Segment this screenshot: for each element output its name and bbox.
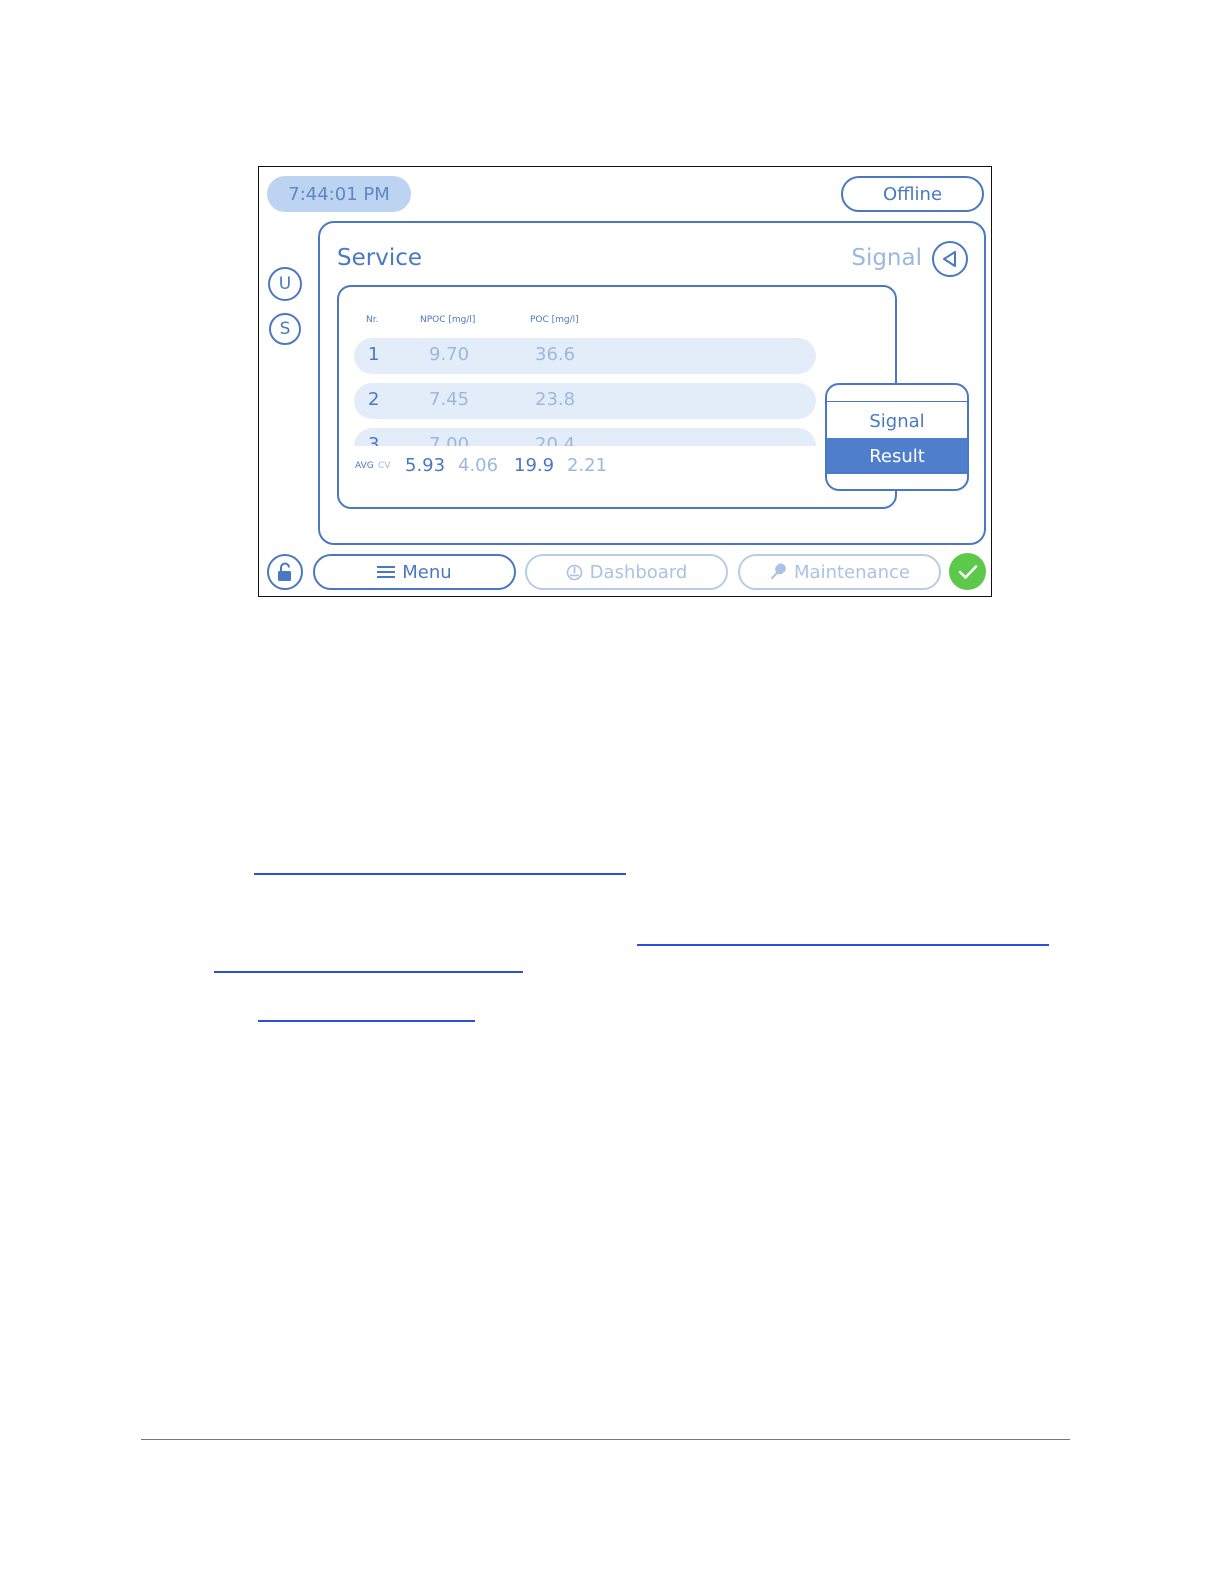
cell-nr: 2 [368,389,380,410]
cv-label: CV [378,461,391,471]
npoc-avg: 5.93 [405,455,446,476]
table-rows-scroll-area[interactable]: 1 9.70 36.6 2 7.45 23.8 3 7.00 20.4 [354,338,819,446]
cell-nr: 3 [368,434,380,446]
poc-avg: 19.9 [514,455,555,476]
hamburger-icon [377,566,396,578]
column-header-poc: POC [mg/l] [530,315,579,325]
clock: 7:44:01 PM [267,176,411,212]
cell-nr: 1 [368,344,380,365]
dashboard-button[interactable]: Dashboard [525,554,728,590]
menu-label: Menu [402,561,452,583]
cell-poc: 23.8 [535,389,576,410]
dashboard-label: Dashboard [589,561,688,583]
service-button[interactable]: S [269,313,301,345]
device-screen: 7:44:01 PM Offline U S Service Signal Nr… [258,166,992,597]
back-button[interactable] [932,241,968,277]
cell-poc: 36.6 [535,344,576,365]
back-triangle-icon [943,251,956,267]
summary-row: AVG CV 5.93 4.06 19.9 2.21 [355,455,655,479]
hyperlink-underline[interactable] [214,971,523,973]
user-button[interactable]: U [268,267,302,301]
status-ok-button[interactable] [949,553,986,590]
cell-npoc: 7.45 [429,389,470,410]
hyperlink-underline[interactable] [254,873,626,875]
avg-label: AVG [355,461,374,471]
table-row[interactable]: 1 9.70 36.6 [354,338,816,374]
hyperlink-underline[interactable] [258,1020,475,1022]
maintenance-label: Maintenance [794,561,910,583]
connection-status-button[interactable]: Offline [841,176,984,212]
view-dropdown[interactable]: Signal Result [825,383,969,491]
service-panel: Service Signal Nr. NPOC [mg/l] POC [mg/l… [318,221,986,545]
cell-poc: 20.4 [535,434,576,446]
unlock-button[interactable] [267,554,303,590]
wrench-icon [771,563,786,579]
page-title: Service [337,245,423,271]
dropdown-option-result[interactable]: Result [827,438,967,474]
cell-npoc: 7.00 [429,434,470,446]
current-view-label: Signal [851,245,922,271]
table-row[interactable]: 2 7.45 23.8 [354,383,816,419]
column-header-npoc: NPOC [mg/l] [420,315,476,325]
hyperlink-underline[interactable] [637,944,1049,946]
menu-button[interactable]: Menu [313,554,516,590]
results-table: Nr. NPOC [mg/l] POC [mg/l] 1 9.70 36.6 2… [337,285,897,509]
cell-npoc: 9.70 [429,344,470,365]
maintenance-button[interactable]: Maintenance [738,554,941,590]
column-header-nr: Nr. [366,315,379,325]
dropdown-option-signal[interactable]: Signal [827,403,967,439]
poc-cv: 2.21 [567,455,608,476]
npoc-cv: 4.06 [458,455,499,476]
checkmark-icon [958,564,977,579]
table-row[interactable]: 3 7.00 20.4 [354,428,816,446]
footer-divider [141,1439,1070,1440]
unlock-icon [278,562,291,581]
dashboard-gauge-icon [566,564,582,580]
